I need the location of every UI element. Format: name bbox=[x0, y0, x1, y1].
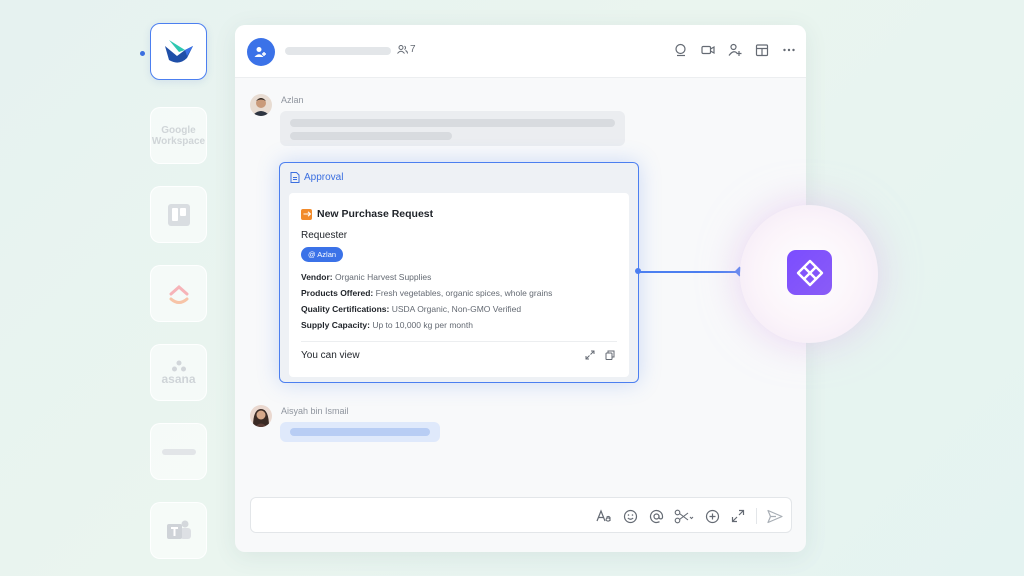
field-vendor: Vendor: Organic Harvest Supplies bbox=[301, 272, 431, 282]
member-count-value: 7 bbox=[410, 44, 416, 55]
chat-header: 7 bbox=[235, 25, 806, 78]
mention-icon[interactable] bbox=[648, 508, 664, 524]
approval-card-header: Approval bbox=[290, 172, 343, 183]
teams-icon bbox=[166, 520, 191, 539]
requester-mention-chip[interactable]: @ Azlan bbox=[301, 247, 344, 262]
monday-logo-icon bbox=[161, 448, 196, 455]
asana-logo: asana bbox=[161, 360, 196, 386]
copy-icon[interactable] bbox=[605, 350, 615, 360]
message-placeholder-line bbox=[290, 119, 615, 127]
app-tile-clickup[interactable] bbox=[150, 265, 207, 322]
field-label: Vendor: bbox=[301, 272, 333, 282]
expand-icon[interactable] bbox=[730, 508, 746, 524]
approval-label: Approval bbox=[304, 172, 344, 183]
field-supply-capacity: Supply Capacity: Up to 10,000 kg per mon… bbox=[301, 320, 473, 330]
chat-title-placeholder bbox=[285, 47, 391, 55]
field-value: USDA Organic, Non-GMO Verified bbox=[389, 304, 522, 314]
google-workspace-logo: Google Workspace bbox=[151, 124, 206, 147]
emoji-icon[interactable] bbox=[622, 508, 638, 524]
document-icon bbox=[290, 172, 300, 183]
app-tile-trello[interactable] bbox=[150, 186, 207, 243]
connector-dot bbox=[635, 268, 641, 274]
trello-icon bbox=[167, 203, 190, 226]
message-bubble bbox=[280, 422, 440, 442]
card-actions bbox=[585, 350, 615, 360]
app-tile-monday[interactable] bbox=[150, 423, 207, 480]
members-icon bbox=[397, 45, 408, 54]
message-bubble bbox=[280, 111, 625, 146]
group-avatar[interactable] bbox=[247, 38, 275, 66]
message-placeholder-line bbox=[290, 428, 430, 436]
app-tile-lark[interactable] bbox=[150, 23, 207, 80]
lark-logo-icon bbox=[164, 39, 193, 63]
integration-connector-line bbox=[638, 271, 740, 273]
scissors-icon[interactable] bbox=[674, 508, 694, 524]
search-chat-icon[interactable] bbox=[674, 43, 688, 57]
app-tile-asana[interactable]: asana bbox=[150, 344, 207, 401]
field-value: Up to 10,000 kg per month bbox=[369, 320, 473, 330]
field-label: Supply Capacity: bbox=[301, 320, 370, 330]
integration-app-logo[interactable] bbox=[787, 250, 832, 295]
chat-window: 7 Azlan Approval New Purchase Request Re… bbox=[235, 25, 806, 552]
group-icon bbox=[254, 47, 266, 57]
approval-card-body: New Purchase Request Requester @ Azlan V… bbox=[289, 193, 629, 377]
active-indicator bbox=[140, 51, 145, 56]
view-permission-text: You can view bbox=[301, 350, 360, 361]
clickup-icon bbox=[169, 284, 188, 304]
message-placeholder-line bbox=[290, 132, 452, 140]
add-icon[interactable] bbox=[704, 508, 720, 524]
purchase-request-icon bbox=[301, 208, 312, 220]
field-label: Products Offered: bbox=[301, 288, 374, 298]
approval-card[interactable]: Approval New Purchase Request Requester … bbox=[279, 162, 639, 383]
calendar-icon[interactable] bbox=[755, 43, 769, 57]
request-title-text: New Purchase Request bbox=[317, 208, 434, 220]
asana-wordmark: asana bbox=[161, 372, 196, 386]
request-title: New Purchase Request bbox=[301, 208, 433, 220]
requester-label: Requester bbox=[301, 230, 348, 241]
asana-dots-icon bbox=[171, 360, 186, 372]
member-count[interactable]: 7 bbox=[397, 44, 416, 55]
avatar-aisyah[interactable] bbox=[250, 405, 272, 427]
field-quality-certifications: Quality Certifications: USDA Organic, No… bbox=[301, 304, 521, 314]
field-products-offered: Products Offered: Fresh vegetables, orga… bbox=[301, 288, 552, 298]
expand-card-icon[interactable] bbox=[585, 350, 595, 360]
card-divider bbox=[301, 341, 617, 342]
field-value: Organic Harvest Supplies bbox=[332, 272, 432, 282]
header-actions bbox=[674, 43, 796, 57]
integration-logo-icon bbox=[796, 259, 823, 286]
send-icon[interactable] bbox=[767, 508, 783, 524]
app-tile-google-workspace[interactable]: Google Workspace bbox=[150, 107, 207, 164]
message-composer[interactable] bbox=[250, 497, 792, 533]
field-value: Fresh vegetables, organic spices, whole … bbox=[373, 288, 553, 298]
text-format-icon[interactable] bbox=[596, 508, 612, 524]
app-tile-teams[interactable] bbox=[150, 502, 207, 559]
add-member-icon[interactable] bbox=[728, 43, 742, 57]
sender-name: Aisyah bin Ismail bbox=[281, 406, 349, 416]
composer-toolbar bbox=[596, 508, 783, 524]
avatar-azlan[interactable] bbox=[250, 94, 272, 116]
field-label: Quality Certifications: bbox=[301, 304, 390, 314]
composer-separator bbox=[756, 508, 757, 524]
video-call-icon[interactable] bbox=[701, 43, 715, 57]
more-icon[interactable] bbox=[782, 43, 796, 57]
sender-name: Azlan bbox=[281, 95, 304, 105]
